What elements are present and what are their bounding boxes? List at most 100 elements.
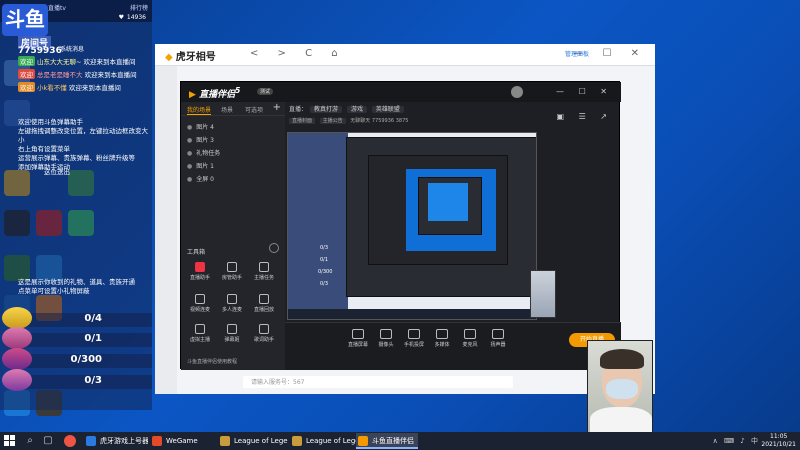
- tool-item[interactable]: 虚拟主播: [185, 324, 215, 343]
- system-message-title: 系统消息: [60, 46, 85, 53]
- preview-desktop: [428, 183, 468, 221]
- clock[interactable]: 11:05 2021/10/21: [761, 433, 796, 449]
- huya-sidebar: [155, 66, 177, 394]
- room-id: 7759936: [18, 46, 62, 56]
- chat-line: 欢迎 小k看不懂 欢迎来到本直播间: [18, 82, 121, 92]
- gift-counter: 0/3: [22, 375, 152, 389]
- huya-titlebar: ◆ 虎牙相号 < > C ⌂ 管理面板 — ☐ ✕: [155, 44, 655, 66]
- taskbar-app[interactable]: WeGame: [150, 433, 214, 449]
- tab-options[interactable]: 可选项: [245, 105, 263, 114]
- source-toolbar: 直播屏幕 摄像头 手机投屏 多媒体 麦克风 扬声器 开始直播: [285, 322, 621, 370]
- tab-my-scene[interactable]: 我的场景: [187, 105, 212, 115]
- taskbar-app[interactable]: League of Legends: [218, 433, 288, 449]
- eye-icon: ●: [187, 163, 193, 170]
- gift-counter: 0/1: [22, 333, 152, 347]
- stream-title[interactable]: 教真打游: [310, 106, 343, 113]
- add-scene-button[interactable]: +: [273, 102, 281, 113]
- tool-item[interactable]: 视频连麦: [185, 294, 215, 313]
- media-button[interactable]: 多媒体: [427, 329, 457, 348]
- huya-nav-buttons[interactable]: < > C ⌂: [250, 48, 346, 59]
- speaker-button[interactable]: 扬声器: [483, 329, 513, 348]
- search-icon[interactable]: ⌕: [24, 435, 36, 447]
- gear-icon[interactable]: [269, 243, 279, 253]
- preview-overlay-column: [288, 133, 348, 319]
- assist-title: ▶ 直播伴侣5: [189, 86, 241, 100]
- system-tray[interactable]: ∧ ⌨ ♪ 中: [713, 436, 760, 446]
- assist-window-controls[interactable]: — ☐ ✕: [556, 87, 613, 96]
- chat-line: 欢迎 山东大大无聊~ 欢迎来到本直播间: [18, 56, 136, 66]
- screen-capture-button[interactable]: 直播屏幕: [343, 329, 373, 348]
- preview-count: 0/3: [320, 281, 329, 287]
- huya-window-controls[interactable]: — ☐ ✕: [573, 48, 647, 59]
- douyu-logo: 斗鱼: [2, 4, 48, 36]
- heart-icon: ♥: [118, 14, 124, 21]
- tool-item[interactable]: 房管助手: [217, 262, 247, 281]
- tool-item[interactable]: 弹幕姬: [217, 324, 247, 343]
- taskbar-app[interactable]: League of Legen...: [290, 433, 356, 449]
- assist-titlebar: ▶ 直播伴侣5 测试 — ☐ ✕: [181, 82, 621, 102]
- gift-icon: [2, 348, 32, 370]
- gift-icon: [2, 307, 32, 329]
- microphone-button[interactable]: 麦克风: [455, 329, 485, 348]
- info-block: 欢迎使用斗鱼弹幕助手 左键拖拽调整改变位置，左键拉动边框改变大小 右上角有设置菜…: [18, 118, 148, 171]
- gift-counter: 0/4: [22, 313, 152, 327]
- taskbar-app-active[interactable]: 斗鱼直播伴侣: [356, 433, 418, 449]
- scene-item[interactable]: ● 礼物任务: [187, 148, 220, 157]
- huya-logo: ◆ 虎牙相号: [165, 52, 216, 63]
- assist-right-icons[interactable]: ▣ ☰ ↗: [556, 112, 613, 121]
- danmaku-overlay[interactable]: 斗鱼直播tv 排行榜 ♥ 14936 斗鱼 房间号 7759936 系统消息 欢…: [0, 0, 152, 410]
- eye-icon: ●: [187, 176, 193, 183]
- camera-person: [600, 349, 644, 369]
- assist-main: 直播： 教真打游 游戏 英雄联盟 直播封面 主播公告 无聊聊天 7759936 3…: [285, 102, 621, 370]
- scene-tabs: 我的场景 场景 可选项: [181, 102, 285, 116]
- eye-icon: ●: [187, 137, 193, 144]
- tool-item[interactable]: 直播回放: [249, 294, 279, 313]
- scene-item[interactable]: ● 全屏 0: [187, 174, 214, 183]
- stream-preview: 0/3 0/1 0/300 0/3: [287, 132, 537, 320]
- scene-item[interactable]: ● 图片 1: [187, 161, 214, 170]
- chat-line: 欢迎 总是老是睡不大 欢迎来到本直播间: [18, 69, 137, 79]
- heart-count: 14936: [126, 14, 146, 21]
- subcategory-box[interactable]: 英雄联盟: [371, 106, 404, 113]
- preview-count: 0/3: [320, 245, 329, 251]
- category-box[interactable]: 游戏: [346, 106, 367, 113]
- gift-icon: [2, 327, 32, 349]
- taskbar-app[interactable]: 虎牙游戏上号器: [84, 433, 148, 449]
- eye-icon: ●: [187, 150, 193, 157]
- preview-count: 0/1: [320, 257, 329, 263]
- gift-notice: 这位送出: [44, 168, 70, 176]
- version-badge: 测试: [257, 88, 274, 95]
- scene-item[interactable]: ● 图片 4: [187, 122, 214, 131]
- gift-settings-notice: 这是展示你收到的礼物、道具、贵族开通 点菜单可设置小礼物屏蔽: [18, 278, 135, 295]
- tool-item[interactable]: 主播任务: [249, 262, 279, 281]
- avatar[interactable]: [511, 86, 523, 98]
- chrome-icon[interactable]: [64, 435, 76, 447]
- phone-cast-button[interactable]: 手机投屏: [399, 329, 429, 348]
- eye-icon: ●: [187, 124, 193, 131]
- camera-person: [606, 379, 638, 399]
- overlay-rank-link[interactable]: 排行榜: [130, 3, 148, 12]
- scene-item[interactable]: ● 图片 3: [187, 135, 214, 144]
- camera-preview: [587, 340, 653, 434]
- small-camera-preview: [530, 270, 556, 318]
- task-view-icon[interactable]: ▢: [42, 435, 54, 447]
- tab-scene[interactable]: 场景: [221, 105, 233, 114]
- tool-item[interactable]: 歌词助手: [249, 324, 279, 343]
- gift-icon: [2, 369, 32, 391]
- broadcast-assistant-window[interactable]: ▶ 直播伴侣5 测试 — ☐ ✕ 我的场景 场景 可选项 + ● 图片 4 ● 图片…: [180, 81, 621, 370]
- camera-person: [590, 407, 652, 433]
- tutorial-link[interactable]: 斗鱼直播伴侣使用教程: [187, 358, 237, 365]
- preview-taskbar: [288, 309, 536, 319]
- room-tags: 直播封面 主播公告 无聊聊天 7759936 3875: [289, 117, 408, 124]
- tool-item[interactable]: 多人连麦: [217, 294, 247, 313]
- huya-search-bar[interactable]: 请输入服务号：567: [243, 376, 513, 388]
- stream-info-bar: 直播： 教真打游 游戏 英雄联盟: [289, 104, 404, 113]
- preview-count: 0/300: [318, 269, 333, 275]
- windows-start-icon[interactable]: [4, 435, 16, 447]
- taskbar: ⌕ ▢ 虎牙游戏上号器 WeGame League of Legends Lea…: [0, 432, 800, 450]
- tool-item[interactable]: 直播助手: [185, 262, 215, 281]
- toolbox-title: 工具箱: [187, 249, 206, 256]
- assist-left-panel: 我的场景 场景 可选项 + ● 图片 4 ● 图片 3 ● 礼物任务 ● 图片 1 ● 全…: [181, 102, 285, 370]
- camera-button[interactable]: 摄像头: [371, 329, 401, 348]
- gift-counter: 0/300: [22, 354, 152, 368]
